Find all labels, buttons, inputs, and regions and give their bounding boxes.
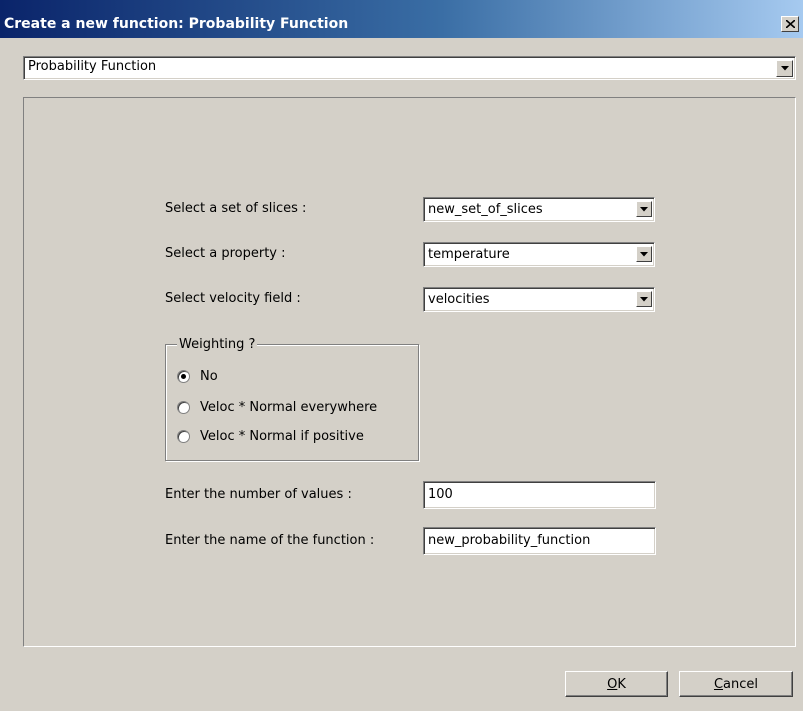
slices-value: new_set_of_slices [428,202,543,217]
cancel-mnemonic: C [713,676,724,692]
weighting-legend: Weighting ? [177,337,258,353]
weighting-option-label: No [200,369,218,384]
title-bar[interactable]: Create a new function: Probability Funct… [0,0,803,38]
velocity-value: velocities [428,292,490,307]
weighting-option-everywhere[interactable]: Veloc * Normal everywhere [177,400,377,415]
velocity-label: Select velocity field : [165,291,301,306]
close-button[interactable] [781,16,799,32]
radio-button[interactable] [177,430,190,443]
velocity-select[interactable]: velocities [423,287,655,312]
cancel-label-rest: ancel [723,676,759,692]
weighting-option-label: Veloc * Normal if positive [200,429,364,444]
func-name-value: new_probability_function [428,533,591,548]
property-label: Select a property : [165,246,286,261]
radio-button[interactable] [177,401,190,414]
cancel-button[interactable]: Cancel [679,671,793,697]
chevron-down-icon [640,251,648,256]
num-values-input[interactable]: 100 [423,481,656,509]
function-type-dropdown-button[interactable] [776,60,793,77]
radio-button[interactable] [177,370,190,383]
weighting-option-label: Veloc * Normal everywhere [200,400,378,415]
property-select[interactable]: temperature [423,242,655,267]
ok-mnemonic: O [607,676,618,692]
ok-button[interactable]: OK [565,671,668,697]
weighting-option-no[interactable]: No [177,369,218,384]
close-icon [785,20,795,28]
property-dropdown-button[interactable] [636,246,652,262]
slices-label: Select a set of slices : [165,201,307,216]
function-type-select[interactable]: Probability Function [23,56,796,80]
chevron-down-icon [780,66,789,71]
chevron-down-icon [640,296,648,301]
window-title: Create a new function: Probability Funct… [4,16,349,32]
weighting-option-if-positive[interactable]: Veloc * Normal if positive [177,429,364,444]
func-name-input[interactable]: new_probability_function [423,527,656,555]
slices-dropdown-button[interactable] [636,201,652,217]
slices-select[interactable]: new_set_of_slices [423,197,655,222]
ok-label-rest: K [617,676,626,692]
property-value: temperature [428,247,510,262]
num-values-label: Enter the number of values : [165,487,352,502]
func-name-label: Enter the name of the function : [165,533,375,548]
velocity-dropdown-button[interactable] [636,291,652,307]
function-type-value: Probability Function [28,59,157,74]
chevron-down-icon [640,206,648,211]
num-values-value: 100 [428,487,453,502]
